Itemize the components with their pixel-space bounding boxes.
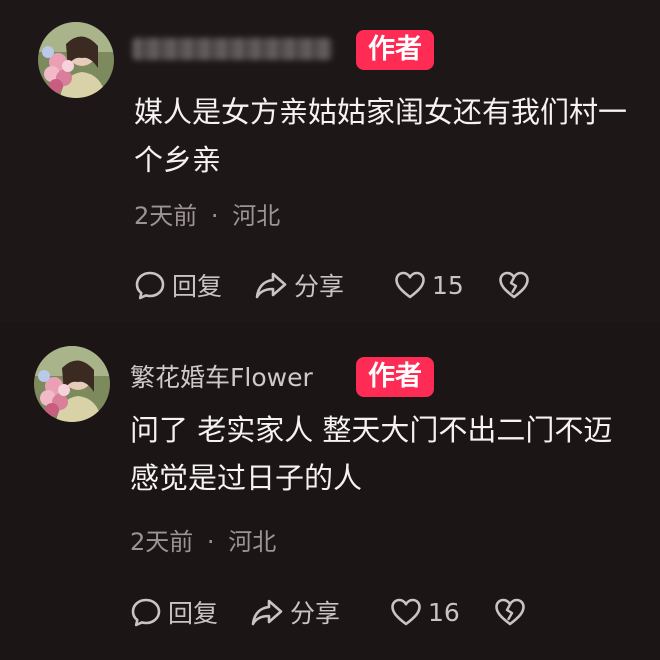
heart-icon xyxy=(395,271,425,299)
comment-meta: 2天前 · 河北 xyxy=(134,196,280,231)
comment-item: 繁花婚车Flower 作者 问了 老实家人 整天大门不出二门不迈感觉是过日子的人… xyxy=(0,322,660,660)
meta-separator: · xyxy=(206,528,215,556)
avatar-photo-icon xyxy=(38,22,114,98)
dislike-button[interactable] xyxy=(498,270,530,300)
avatar[interactable] xyxy=(38,22,114,98)
broken-heart-icon xyxy=(495,598,525,626)
comment-actions: 回复 分享 16 xyxy=(130,594,526,630)
blurred-username xyxy=(132,38,332,60)
reply-label: 回复 xyxy=(168,599,219,628)
share-icon xyxy=(255,272,287,299)
comment-time: 2天前 xyxy=(130,528,194,556)
author-badge: 作者 xyxy=(356,357,434,397)
share-label: 分享 xyxy=(294,272,345,301)
comment-actions: 回复 分享 15 xyxy=(134,267,530,303)
like-button[interactable]: 15 xyxy=(394,270,498,300)
like-button[interactable]: 16 xyxy=(390,597,494,627)
reply-label: 回复 xyxy=(172,272,223,301)
avatar[interactable] xyxy=(34,346,110,422)
author-badge: 作者 xyxy=(356,30,434,70)
username[interactable]: 繁花婚车Flower xyxy=(130,358,313,394)
comment-list: 作者 媒人是女方亲姑姑家闺女还有我们村一个乡亲 2天前 · 河北 回复 分享 1… xyxy=(0,0,660,660)
heart-icon xyxy=(391,598,421,626)
comment-location: 河北 xyxy=(228,528,277,556)
like-count: 16 xyxy=(428,597,460,627)
share-label: 分享 xyxy=(290,599,341,628)
comment-meta: 2天前 · 河北 xyxy=(130,522,276,557)
share-button[interactable]: 分享 xyxy=(254,267,394,303)
avatar-photo-icon xyxy=(34,346,110,422)
reply-icon xyxy=(135,271,165,300)
reply-button[interactable]: 回复 xyxy=(130,594,250,630)
reply-icon xyxy=(131,598,161,627)
comment-text: 媒人是女方亲姑姑家闺女还有我们村一个乡亲 xyxy=(134,95,628,177)
reply-button[interactable]: 回复 xyxy=(134,267,254,303)
comment-location: 河北 xyxy=(232,202,281,230)
username[interactable] xyxy=(132,38,332,60)
like-count: 15 xyxy=(432,270,464,300)
comment-time: 2天前 xyxy=(134,202,198,230)
comment-text: 问了 老实家人 整天大门不出二门不迈感觉是过日子的人 xyxy=(130,413,613,495)
broken-heart-icon xyxy=(499,271,529,299)
comment-item: 作者 媒人是女方亲姑姑家闺女还有我们村一个乡亲 2天前 · 河北 回复 分享 1… xyxy=(0,0,660,322)
meta-separator: · xyxy=(210,202,219,230)
dislike-button[interactable] xyxy=(494,597,526,627)
share-icon xyxy=(251,599,283,626)
share-button[interactable]: 分享 xyxy=(250,594,390,630)
